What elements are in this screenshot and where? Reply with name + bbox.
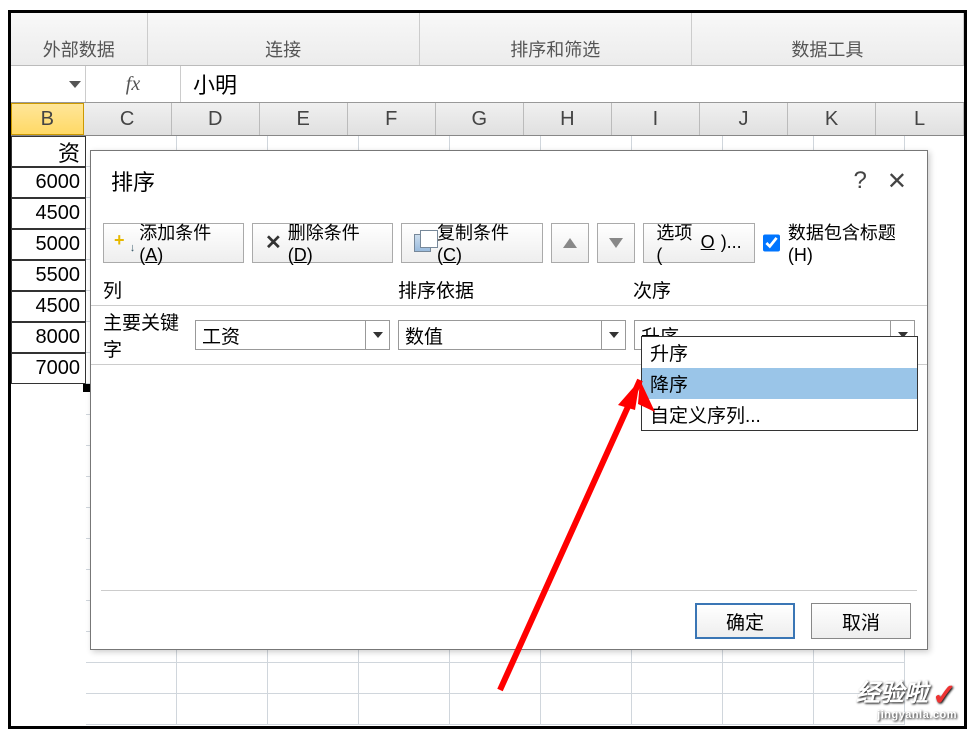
triangle-down-icon: [609, 238, 623, 248]
move-up-button[interactable]: [551, 223, 589, 263]
cell[interactable]: 7000: [11, 353, 86, 384]
col-header-i[interactable]: I: [612, 103, 700, 135]
primary-key-label: 主要关键字: [103, 308, 195, 362]
delete-icon: ✕: [265, 230, 282, 255]
col-header-f[interactable]: F: [348, 103, 436, 135]
formula-input[interactable]: 小明: [181, 68, 964, 100]
col-header-l[interactable]: L: [876, 103, 964, 135]
close-button[interactable]: ✕: [887, 167, 907, 196]
cell[interactable]: 8000: [11, 322, 86, 353]
dropdown-item-desc[interactable]: 降序: [642, 368, 917, 399]
col-header-j[interactable]: J: [700, 103, 788, 135]
col-header-k[interactable]: K: [788, 103, 876, 135]
cell[interactable]: 5500: [11, 260, 86, 291]
sort-headers: 列 排序依据 次序: [91, 274, 927, 305]
header-order: 次序: [633, 276, 915, 303]
ribbon-group-sort-filter[interactable]: 排序和筛选: [420, 13, 692, 65]
formula-bar: fx 小明: [11, 66, 964, 103]
column-headers: B C D E F G H I J K L: [11, 103, 964, 136]
header-checkbox[interactable]: 数据包含标题(H): [763, 219, 915, 266]
cell[interactable]: 4500: [11, 198, 86, 229]
sort-key-combo[interactable]: 工资: [195, 320, 390, 350]
help-button[interactable]: ?: [854, 167, 867, 195]
delete-condition-button[interactable]: ✕ 删除条件(D): [252, 223, 393, 263]
dropdown-item-asc[interactable]: 升序: [642, 337, 917, 368]
fx-label[interactable]: fx: [86, 66, 181, 102]
col-header-b[interactable]: B: [11, 103, 84, 135]
triangle-up-icon: [563, 238, 577, 248]
cell[interactable]: 4500: [11, 291, 86, 322]
add-icon: [116, 234, 133, 252]
ribbon: 外部数据 连接 排序和筛选 数据工具: [11, 13, 964, 66]
col-header-g[interactable]: G: [436, 103, 524, 135]
dialog-footer: 确定 取消: [695, 603, 911, 639]
cell[interactable]: 5000: [11, 229, 86, 260]
cancel-button[interactable]: 取消: [811, 603, 911, 639]
dropdown-item-custom[interactable]: 自定义序列...: [642, 399, 917, 430]
dropdown-icon: [601, 321, 625, 349]
col-header-h[interactable]: H: [524, 103, 612, 135]
ribbon-group-external[interactable]: 外部数据: [11, 13, 148, 65]
name-box[interactable]: [11, 66, 86, 102]
header-column: 列: [103, 276, 398, 303]
check-icon: ✓: [932, 678, 957, 713]
dialog-titlebar: 排序 ? ✕: [91, 151, 927, 211]
copy-icon: [414, 234, 431, 252]
ribbon-group-connections[interactable]: 连接: [148, 13, 420, 65]
sort-basis-combo[interactable]: 数值: [398, 320, 626, 350]
ok-button[interactable]: 确定: [695, 603, 795, 639]
dropdown-icon: [69, 81, 81, 88]
col-header-d[interactable]: D: [172, 103, 260, 135]
ribbon-group-data-tools[interactable]: 数据工具: [692, 13, 964, 65]
options-button[interactable]: 选项(O)...: [643, 223, 754, 263]
header-checkbox-input[interactable]: [763, 234, 780, 252]
watermark: 经验啦✓ jingyanla.com: [856, 673, 957, 721]
add-condition-button[interactable]: 添加条件(A): [103, 223, 244, 263]
col-header-e[interactable]: E: [260, 103, 348, 135]
cell[interactable]: 6000: [11, 167, 86, 198]
dialog-title: 排序: [111, 165, 155, 197]
header-basis: 排序依据: [398, 276, 633, 303]
cell[interactable]: 资: [11, 136, 86, 167]
move-down-button[interactable]: [597, 223, 635, 263]
order-dropdown-list: 升序 降序 自定义序列...: [641, 336, 918, 431]
copy-condition-button[interactable]: 复制条件(C): [401, 223, 543, 263]
dropdown-icon: [365, 321, 389, 349]
col-header-c[interactable]: C: [84, 103, 172, 135]
dialog-toolbar: 添加条件(A) ✕ 删除条件(D) 复制条件(C) 选项(O)... 数据包含标…: [91, 211, 927, 274]
watermark-text: 经验啦: [856, 680, 928, 707]
